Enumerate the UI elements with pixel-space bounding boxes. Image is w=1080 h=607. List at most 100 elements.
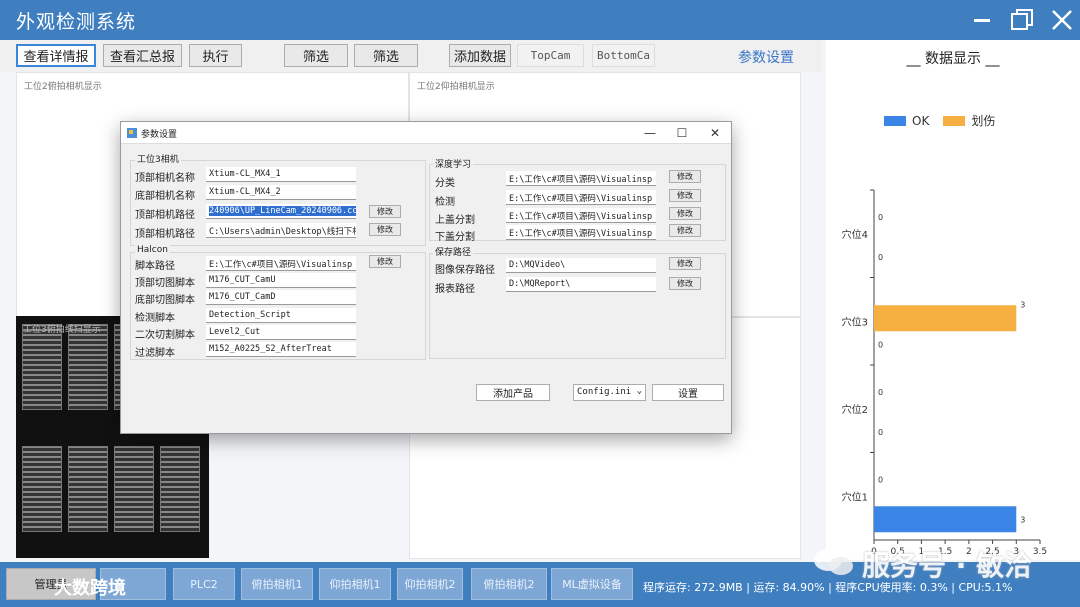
x-tick-label: 3.5 bbox=[1033, 547, 1047, 557]
category-label: 穴位4 bbox=[842, 228, 868, 241]
classify-label: 分类 bbox=[435, 178, 455, 189]
modify-detect-dl-button[interactable]: 修改 bbox=[669, 189, 701, 202]
overlay-text: 大数跨境 bbox=[54, 578, 126, 599]
app-icon bbox=[127, 128, 137, 138]
cam-status-2[interactable]: 仰拍相机1 bbox=[319, 568, 391, 600]
top-cut-field[interactable]: M176_CUT_CamU bbox=[206, 273, 356, 288]
lower-seg-field[interactable]: E:\工作\c#项目\源码\Visualinsp bbox=[506, 225, 656, 240]
modify-classify-button[interactable]: 修改 bbox=[669, 170, 701, 183]
ml-device-status[interactable]: ML虚拟设备 bbox=[551, 568, 633, 600]
top-cam-name-label: 顶部相机名称 bbox=[135, 173, 195, 184]
maximize-button[interactable] bbox=[1006, 6, 1038, 34]
minimize-icon: — bbox=[644, 126, 656, 140]
bottom-cam-name-label: 底部相机名称 bbox=[135, 191, 195, 202]
add-data-button[interactable]: 添加数据 bbox=[449, 44, 511, 67]
plc-status[interactable]: PLC2 bbox=[173, 568, 235, 600]
cam-status-3[interactable]: 仰拍相机2 bbox=[397, 568, 463, 600]
filter-script-field[interactable]: M152_A0225_S2_AfterTreat bbox=[206, 342, 356, 357]
filter-script-label: 过滤脚本 bbox=[135, 348, 175, 359]
app-title: 外观检测系统 bbox=[16, 11, 137, 33]
modify-lower-seg-button[interactable]: 修改 bbox=[669, 224, 701, 237]
view-summary-button[interactable]: 查看汇总报 bbox=[103, 44, 182, 67]
close-icon bbox=[1052, 10, 1072, 30]
modify-top-cam-path-button[interactable]: 修改 bbox=[369, 205, 401, 218]
data-label: 0 bbox=[878, 475, 883, 484]
bar-chart: 0 0.5 1 1.5 2 2.5 3 3.5穴位130穴位200穴位303穴位400 bbox=[842, 189, 1047, 557]
maximize-icon: ☐ bbox=[676, 126, 688, 140]
bar-ok bbox=[874, 506, 1017, 533]
close-button[interactable] bbox=[1046, 6, 1078, 34]
group-camera-label: 工位3相机 bbox=[135, 152, 181, 165]
second-cut-field[interactable]: Level2_Cut bbox=[206, 325, 356, 340]
dialog-close-button[interactable]: ✕ bbox=[702, 124, 728, 142]
filter-button-2[interactable]: 筛选 bbox=[354, 44, 418, 67]
detect-script-field[interactable]: Detection_Script bbox=[206, 308, 356, 323]
data-display-title: __ 数据显示 __ bbox=[906, 51, 1000, 67]
img-save-label: 图像保存路径 bbox=[435, 265, 495, 276]
close-icon: ✕ bbox=[709, 126, 721, 140]
bar-scratch bbox=[874, 305, 1017, 332]
top-cam-button[interactable]: TopCam bbox=[517, 44, 584, 67]
img-save-field[interactable]: D:\MQVideo\ bbox=[506, 258, 656, 273]
data-label: 3 bbox=[1020, 300, 1025, 309]
dialog-minimize-button[interactable]: — bbox=[637, 124, 663, 142]
detect-script-label: 检测脚本 bbox=[135, 313, 175, 324]
watermark-text: 服务号 · 敏洽 bbox=[862, 549, 1033, 582]
script-path-label: 脚本路径 bbox=[135, 261, 175, 272]
modify-script-path-button[interactable]: 修改 bbox=[369, 255, 401, 268]
data-display-panel: __ 数据显示 __ OK 划伤 0 0.5 1 1.5 2 2.5 3 3.5 穴位1 3 0 穴位… bbox=[826, 40, 1080, 560]
top-cam-name-field[interactable]: Xtium-CL_MX4_1 bbox=[206, 167, 356, 182]
panel-label: 工位2俯拍相机显示 bbox=[24, 82, 102, 92]
modify-upper-seg-button[interactable]: 修改 bbox=[669, 207, 701, 220]
group-deep-learning-label: 深度学习 bbox=[433, 157, 474, 170]
bottom-cam-path-field[interactable]: C:\Users\admin\Desktop\线扫下相 bbox=[206, 223, 356, 238]
param-settings-link[interactable]: 参数设置 bbox=[738, 47, 794, 67]
report-field[interactable]: D:\MQReport\ bbox=[506, 277, 656, 292]
view-detail-button[interactable]: 查看详情报 bbox=[16, 44, 96, 67]
bottom-cam-path-label: 顶部相机路径 bbox=[135, 229, 195, 240]
data-label: 0 bbox=[878, 340, 883, 349]
bottom-cam-name-field[interactable]: Xtium-CL_MX4_2 bbox=[206, 185, 356, 200]
bottom-cut-label: 底部切图脚本 bbox=[135, 295, 195, 306]
filter-button-1[interactable]: 筛选 bbox=[284, 44, 348, 67]
panel-label: 工位3俯拍线扫显示 bbox=[23, 325, 101, 335]
upper-seg-label: 上盖分割 bbox=[435, 215, 475, 226]
group-halcon-label: Halcon bbox=[135, 245, 170, 255]
category-label: 穴位2 bbox=[842, 403, 868, 416]
classify-field[interactable]: E:\工作\c#项目\源码\Visualinsp bbox=[506, 171, 656, 186]
modify-bottom-cam-path-button[interactable]: 修改 bbox=[369, 223, 401, 236]
add-product-button[interactable]: 添加产品 bbox=[476, 384, 550, 401]
execute-button[interactable]: 执行 bbox=[189, 44, 242, 67]
detect-dl-field[interactable]: E:\工作\c#项目\源码\Visualinsp bbox=[506, 190, 656, 205]
dialog-titlebar: 参数设置 — ☐ ✕ bbox=[121, 122, 731, 144]
config-select[interactable]: Config.ini ⌄ bbox=[573, 384, 646, 401]
title-bar: 外观检测系统 bbox=[0, 0, 1080, 40]
settings-button[interactable]: 设置 bbox=[652, 384, 724, 401]
data-label: 0 bbox=[878, 213, 883, 222]
top-cut-label: 顶部切图脚本 bbox=[135, 278, 195, 289]
toolbar: 查看详情报 查看汇总报 执行 筛选 筛选 添加数据 TopCam BottomC… bbox=[0, 40, 822, 72]
config-select-value: Config.ini bbox=[577, 387, 632, 397]
dialog-title: 参数设置 bbox=[141, 130, 178, 140]
param-settings-dialog: 参数设置 — ☐ ✕ 工位3相机 顶部相机名称 Xtium-CL_MX4_1 底… bbox=[120, 121, 732, 434]
modify-report-button[interactable]: 修改 bbox=[669, 277, 701, 290]
top-cam-path-field[interactable]: 240906\UP_LineCam_20240906.ccf bbox=[206, 204, 356, 219]
restore-icon bbox=[1011, 9, 1033, 30]
script-path-field[interactable]: E:\工作\c#项目\源码\Visualinsp bbox=[206, 256, 356, 271]
minimize-button[interactable] bbox=[966, 6, 998, 34]
data-label: 0 bbox=[878, 388, 883, 397]
wechat-icon bbox=[814, 549, 853, 575]
bottom-cut-field[interactable]: M176_CUT_CamD bbox=[206, 290, 356, 305]
lower-seg-label: 下盖分割 bbox=[435, 232, 475, 243]
cam-status-1[interactable]: 俯拍相机1 bbox=[241, 568, 313, 600]
bottom-cam-button[interactable]: BottomCa bbox=[592, 44, 655, 67]
group-save-path-label: 保存路径 bbox=[433, 245, 474, 258]
top-cam-path-label: 顶部相机路径 bbox=[135, 210, 195, 221]
dialog-maximize-button[interactable]: ☐ bbox=[669, 124, 695, 142]
modify-img-save-button[interactable]: 修改 bbox=[669, 257, 701, 270]
minimize-icon bbox=[974, 19, 990, 22]
cam-status-4[interactable]: 俯拍相机2 bbox=[471, 568, 547, 600]
report-label: 报表路径 bbox=[435, 284, 475, 295]
upper-seg-field[interactable]: E:\工作\c#项目\源码\Visualinsp bbox=[506, 208, 656, 223]
data-label: 0 bbox=[878, 253, 883, 262]
